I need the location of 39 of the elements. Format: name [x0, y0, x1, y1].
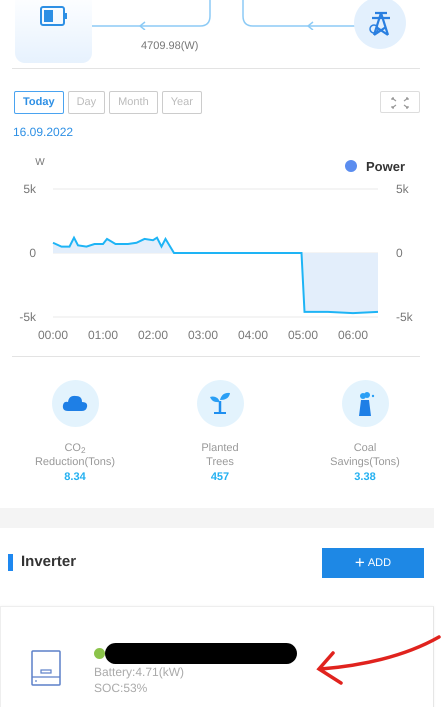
y-axis-label: -5k — [19, 310, 36, 324]
x-axis-label: 03:00 — [188, 328, 218, 340]
x-axis-label: 02:00 — [138, 328, 168, 340]
section-title: Inverter — [21, 552, 76, 572]
stat-label: Coal — [354, 440, 376, 455]
stat-value: 457 — [210, 470, 230, 486]
stat-value: 8.34 — [64, 470, 86, 486]
date-label: 16.09.2022 — [12, 124, 74, 140]
stat-label: Trees — [206, 454, 234, 470]
section-marker — [8, 554, 13, 572]
period-tab[interactable]: Today — [14, 91, 64, 114]
expand-icon — [390, 96, 410, 110]
period-tab[interactable]: Year — [162, 91, 202, 114]
legend-label: Power — [366, 158, 406, 174]
y-axis-label: 5k — [396, 182, 409, 196]
stat-label: Planted — [201, 440, 239, 455]
period-tab[interactable]: Day — [68, 91, 106, 114]
x-axis-label: 00:00 — [38, 328, 68, 340]
period-tab[interactable]: Month — [109, 91, 158, 114]
y-axis-label: 0 — [396, 246, 403, 260]
stat-value: 3.38 — [354, 470, 376, 486]
inverter-icon — [31, 650, 61, 686]
x-axis-label: 01:00 — [88, 328, 118, 340]
power-reading: 4709.98(W) — [141, 39, 198, 54]
stat-label: Savings(Tons) — [330, 454, 400, 470]
x-axis-label: 06:00 — [338, 328, 368, 340]
battery-power: Battery:4.71(kW) — [94, 664, 186, 680]
state-of-charge: SOC:53% — [94, 680, 148, 696]
x-axis-label: 05:00 — [288, 328, 318, 340]
stat-label: CO$_{2}$ — [64, 440, 86, 455]
stat-label: Reduction(Tons) — [34, 454, 116, 470]
y-axis-label: 5k — [23, 182, 36, 196]
y-axis-label: 0 — [29, 246, 36, 260]
y-axis-label: -5k — [396, 310, 413, 324]
legend-dot — [345, 160, 357, 172]
axis-unit: W — [35, 156, 45, 168]
x-axis-label: 04:00 — [238, 328, 268, 340]
battery-icon — [40, 6, 68, 26]
fullscreen-button[interactable] — [380, 91, 420, 114]
